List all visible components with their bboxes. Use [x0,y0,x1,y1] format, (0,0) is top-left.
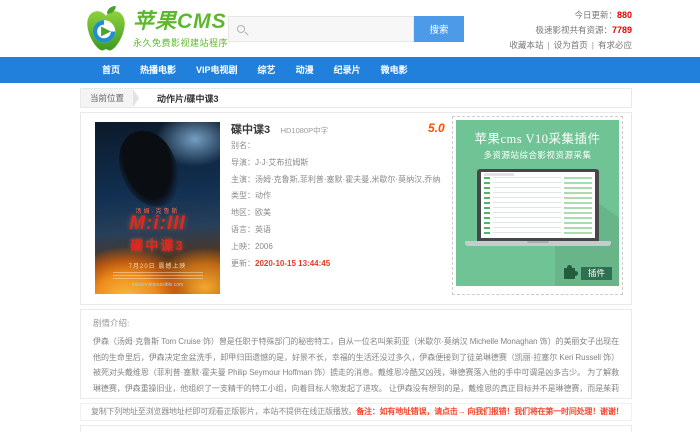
main-nav: 首页 热播电影 VIP电视剧 综艺 动漫 纪录片 微电影 [0,57,700,83]
breadcrumb-path[interactable]: 动作片/碟中谍3 [157,92,219,105]
nav-item-variety[interactable]: 综艺 [248,57,286,83]
breadcrumb: 当前位置 动作片/碟中谍3 [80,88,632,108]
stat-today-value: 880 [617,10,632,20]
screen-row-lines [493,177,561,235]
movie-quality-badge: HD1080P中字 [281,126,329,135]
ad-subtitle: 多资源站综合影视资源采集 [456,149,619,161]
synopsis-box: 剧情介绍: 伊森（汤姆·克鲁斯 Tom Cruise 饰）曾是任职于特殊部门的秘… [80,309,632,399]
notice-report-link[interactable]: 备注：如有地址错误，请点击→ 向我们报错！我们将在第一时间处理！谢谢！ [356,407,623,416]
notice-text: 复制下列地址至浏览器地址栏即可观看正版影片，本站不提供在线正版播放。 [91,407,356,416]
ad-title: 苹果cms V10采集插件 [456,128,619,147]
nav-item-home[interactable]: 首页 [92,57,130,83]
breadcrumb-label: 当前位置 [81,89,133,107]
stat-total-resources: 极速影视共有资源：7789 [510,23,632,38]
field-label: 类型： [231,191,255,200]
search-bar: 搜索 [228,16,464,42]
field-value: 汤姆·克鲁斯,菲利普·塞默·霍夫曼,米歇尔·莫纳汉,乔纳森·莱斯·梅耶 [255,175,441,184]
site-header: 苹果CMS 永久免费影视建站程序 搜索 今日更新：880 极速影视共有资源：77… [0,0,700,57]
search-button[interactable]: 搜索 [414,16,464,42]
movie-field-director: 导演：J·J·艾布拉姆斯 [231,155,441,172]
search-input[interactable] [229,17,413,41]
header-stats: 今日更新：880 极速影视共有资源：7789 收藏本站 | 设为首页 | 有求必应 [510,8,632,53]
synopsis-heading: 剧情介绍: [93,317,619,329]
stat-total-label: 极速影视共有资源： [535,25,612,35]
separator: | [548,40,550,50]
logo-text: 苹果CMS 永久免费影视建站程序 [133,9,228,49]
movie-info: 碟中谍3 HD1080P中字 别名： 导演：J·J·艾布拉姆斯 主演：汤姆·克鲁… [231,121,441,272]
screen-row-actions [564,177,592,235]
link-set-homepage[interactable]: 设为首页 [554,40,588,50]
logo-title: 苹果CMS [133,9,228,35]
puzzle-icon [564,268,575,279]
movie-field-year: 上映：2006 [231,239,441,256]
stat-total-value: 7789 [612,25,632,35]
plugin-ad-banner[interactable]: 苹果cms V10采集插件 多资源站综合影视资源采集 插件 [452,116,623,295]
field-value: 2006 [255,242,273,251]
screen-row-badges [484,177,490,235]
poster-figure-silhouette [112,124,185,213]
poster-title-en: M:i:III [95,214,220,234]
content-column: 当前位置 动作片/碟中谍3 汤姆·克鲁斯 M:i:III 碟中谍3 7月20日 … [80,88,632,432]
field-label: 更新： [231,259,255,268]
movie-poster: 汤姆·克鲁斯 M:i:III 碟中谍3 7月20日 震撼上映 missionim… [95,122,220,294]
movie-title-row: 碟中谍3 HD1080P中字 [231,121,441,138]
search-box [228,16,414,42]
nav-item-vip-tv[interactable]: VIP电视剧 [186,57,248,83]
movie-field-language: 语言：英语 [231,222,441,239]
field-value: J·J·艾布拉姆斯 [255,158,308,167]
poster-site-caption: missionimpossible.com [95,282,220,288]
logo-tagline: 永久免费影视建站程序 [133,36,228,49]
field-label: 语言： [231,225,255,234]
field-label: 地区： [231,208,255,217]
stat-today-label: 今日更新： [574,10,617,20]
field-label: 导演： [231,158,255,167]
nav-item-hot-movies[interactable]: 热播电影 [130,57,186,83]
site-logo[interactable]: 苹果CMS 永久免费影视建站程序 [84,5,228,52]
nav-item-anime[interactable]: 动漫 [286,57,324,83]
field-label: 主演： [231,175,255,184]
link-request[interactable]: 有求必应 [598,40,632,50]
laptop-base [465,241,611,246]
search-icon [237,25,245,33]
poster-title-cn: 碟中谍3 [95,235,220,254]
screen-tab-bar [484,173,514,176]
movie-field-genre: 类型：动作 [231,188,441,205]
movie-rating: 5.0 [428,121,445,135]
movie-field-alias: 别名： [231,138,441,155]
movie-field-cast: 主演：汤姆·克鲁斯,菲利普·塞默·霍夫曼,米歇尔·莫纳汉,乔纳森·莱斯·梅耶 [231,172,441,189]
field-label: 上映： [231,242,255,251]
nav-item-micro-movie[interactable]: 微电影 [371,57,418,83]
field-value: 英语 [255,225,271,234]
movie-title: 碟中谍3 [231,124,270,136]
field-value: 动作 [255,191,271,200]
poster-credits-block [113,272,203,280]
ad-badge-label: 插件 [581,267,612,280]
link-bookmark-site[interactable]: 收藏本站 [510,40,544,50]
laptop-illustration [477,169,599,241]
synopsis-text: 伊森（汤姆·克鲁斯 Tom Cruise 饰）曾是任职于特殊部门的秘密特工，自从… [93,334,619,399]
laptop-screen [481,172,595,238]
header-links: 收藏本站 | 设为首页 | 有求必应 [510,38,632,53]
stat-today-update: 今日更新：880 [510,8,632,23]
movie-field-updated: 更新：2020-10-15 13:44:45 [231,256,441,273]
nav-item-documentary[interactable]: 纪录片 [324,57,371,83]
field-label: 别名： [231,141,255,150]
chevron-right-icon [133,89,148,107]
apple-logo-icon [84,5,128,52]
source-section: 来源：线路一 [80,425,632,432]
plugin-ad-content: 苹果cms V10采集插件 多资源站综合影视资源采集 插件 [456,120,619,286]
separator: | [592,40,594,50]
poster-release-caption: 7月20日 震撼上映 [95,261,220,270]
movie-field-region: 地区：欧美 [231,205,441,222]
field-value: 2020-10-15 13:44:45 [255,259,330,268]
ad-badge: 插件 [564,267,612,280]
field-value: 欧美 [255,208,271,217]
movie-detail-box: 汤姆·克鲁斯 M:i:III 碟中谍3 7月20日 震撼上映 missionim… [80,112,632,305]
notice-bar: 复制下列地址至浏览器地址栏即可观看正版影片，本站不提供在线正版播放。备注：如有地… [80,403,632,421]
